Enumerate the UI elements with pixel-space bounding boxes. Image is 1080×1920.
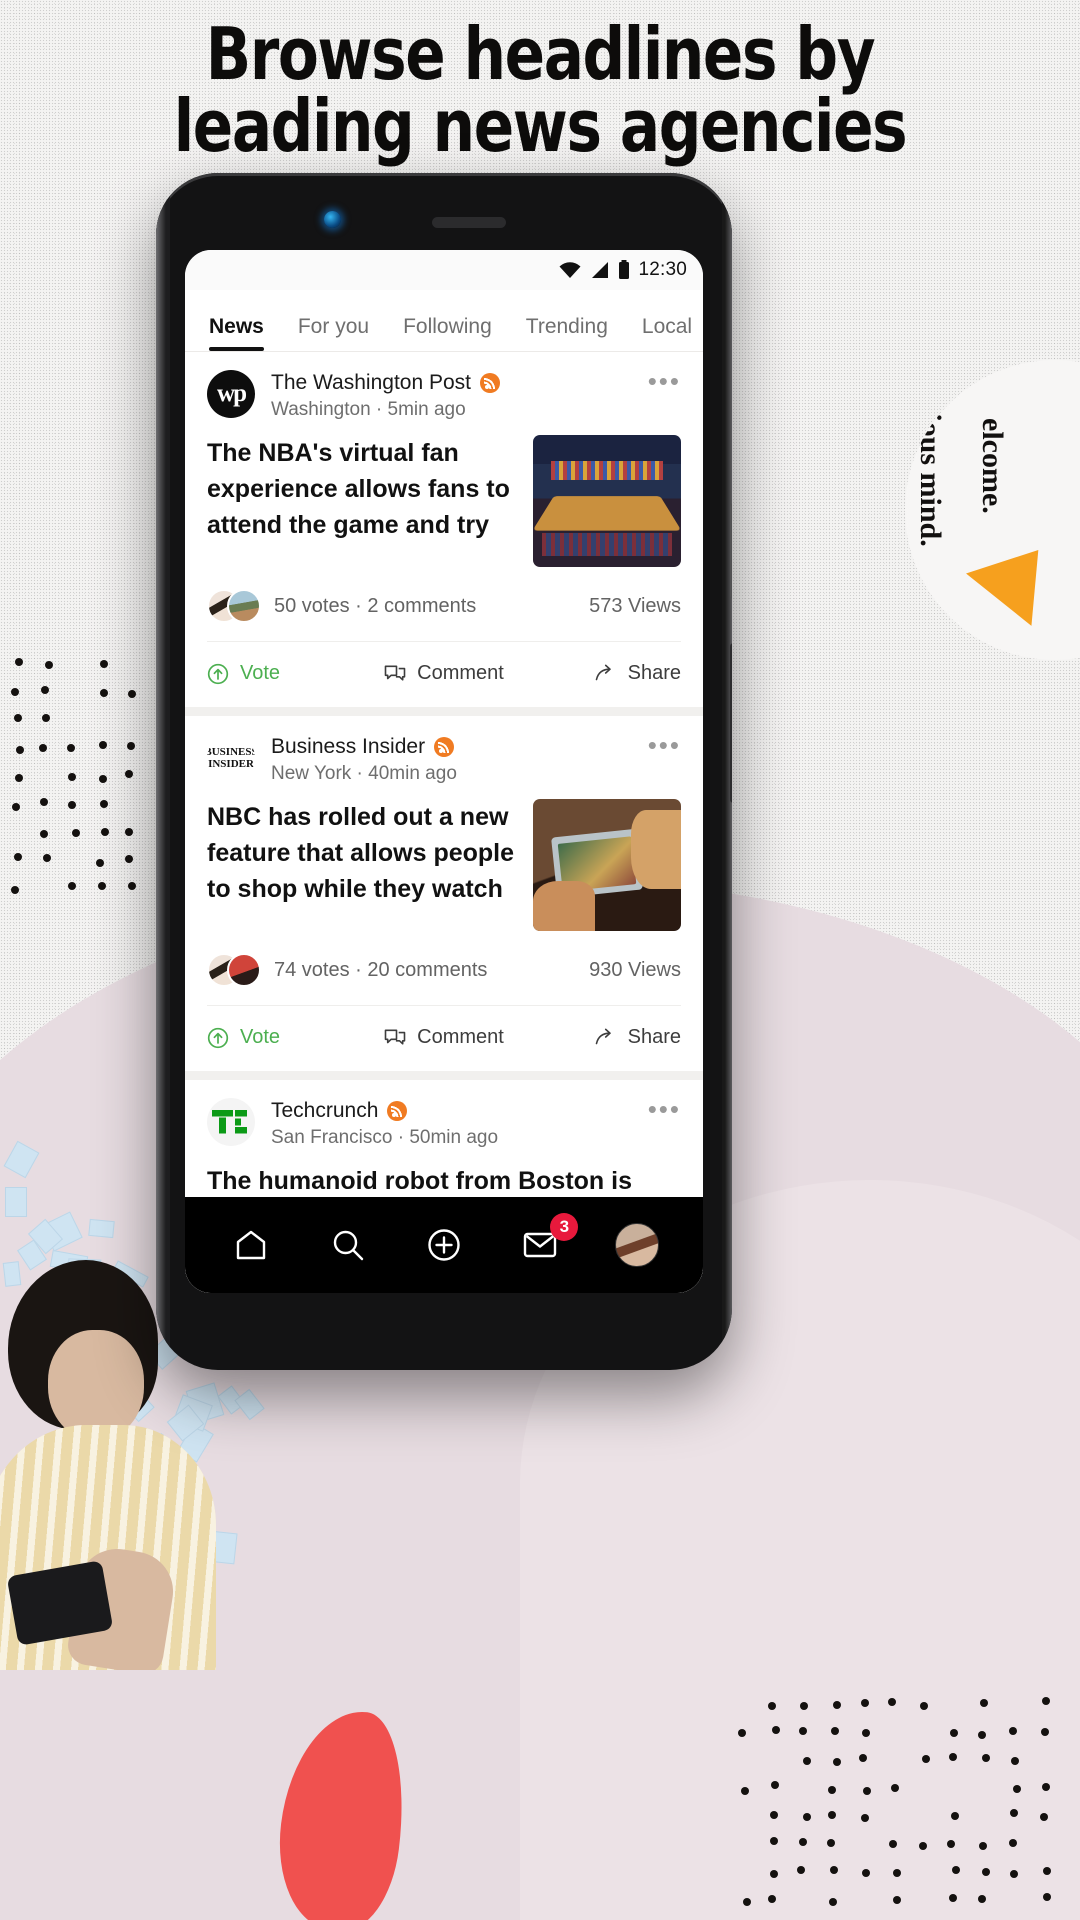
share-button[interactable]: Share [523,662,681,685]
nav-home-button[interactable] [223,1217,279,1273]
article-source-row: Techcrunch San Francisco · 50min ago ••• [207,1098,681,1149]
avatar [227,953,261,987]
share-label: Share [628,1026,681,1049]
source-subtitle: San Francisco · 50min ago [271,1127,638,1149]
vote-label: Vote [240,662,280,685]
status-bar: 12:30 [185,250,703,290]
volume-button[interactable] [730,643,732,803]
battery-icon [618,260,630,280]
bottom-navigation-bar[interactable]: 3 [185,1197,703,1293]
tab-for-you[interactable]: For you [298,315,369,351]
overflow-menu-button[interactable]: ••• [638,370,681,392]
article-card[interactable]: wp The Washington Post Washington · 5min… [185,352,703,707]
tab-local[interactable]: Local [642,315,692,351]
article-actions: Vote Comment Share [207,1005,681,1071]
article-card[interactable]: BUSINESS INSIDER Business Insider New Yo… [185,716,703,1071]
page-title-line1: Browse headlines by [43,18,1037,90]
source-name: Business Insider [271,734,425,760]
article-stats-row: 74 votes · 20 comments 930 Views [207,931,681,1005]
share-icon [595,1028,617,1048]
tab-trending[interactable]: Trending [526,315,608,351]
status-bar-clock: 12:30 [638,259,687,281]
rss-icon [387,1101,407,1121]
nav-inbox-button[interactable]: 3 [512,1217,568,1273]
voter-avatars [207,589,261,623]
article-stats: 74 votes · 20 comments [274,959,487,982]
article-title[interactable]: The NBA's virtual fan experience allows … [207,435,515,543]
sticker-text-line1: rious mind. [913,400,947,547]
rss-icon [480,373,500,393]
card-divider [185,707,703,716]
tab-following[interactable]: Following [403,315,492,351]
overflow-menu-button[interactable]: ••• [638,1098,681,1120]
article-source-row: BUSINESS INSIDER Business Insider New Yo… [207,734,681,785]
article-title[interactable]: NBC has rolled out a new feature that al… [207,799,515,907]
comment-icon [384,1028,406,1048]
sticker-text-line2: elcome. [975,418,1009,514]
article-views: 573 Views [589,595,681,618]
rss-icon [434,737,454,757]
nav-profile-button[interactable] [609,1217,665,1273]
comment-label: Comment [417,662,504,685]
front-camera-icon [324,211,341,228]
page-title-line2: leading news agencies [43,90,1037,162]
comment-icon [384,664,406,684]
search-icon [331,1228,365,1262]
source-name: The Washington Post [271,370,471,396]
share-label: Share [628,662,681,685]
feed-tabs[interactable]: News For you Following Trending Local [185,290,703,352]
article-thumbnail[interactable] [533,799,681,931]
page-title: Browse headlines by leading news agencie… [43,18,1037,162]
avatar [615,1223,659,1267]
source-subtitle: Washington · 5min ago [271,399,638,421]
share-button[interactable]: Share [523,1026,681,1049]
comment-label: Comment [417,1026,504,1049]
decorative-dot-grid-right [740,1700,1070,1920]
overflow-menu-button[interactable]: ••• [638,734,681,756]
phone-screen: 12:30 News For you Following Trending Lo… [185,250,703,1293]
home-icon [234,1229,268,1261]
news-feed: wp The Washington Post Washington · 5min… [185,352,703,1293]
vote-icon [207,663,229,685]
article-source-row: wp The Washington Post Washington · 5min… [207,370,681,421]
inbox-badge: 3 [550,1213,578,1241]
nav-create-button[interactable] [416,1217,472,1273]
phone-mockup: 12:30 News For you Following Trending Lo… [156,173,732,1370]
power-button[interactable] [730,503,732,599]
avatar [227,589,261,623]
source-name: Techcrunch [271,1098,378,1124]
source-logo-techcrunch [207,1098,255,1146]
decorative-dot-grid-left [14,660,144,900]
plus-circle-icon [427,1228,461,1262]
article-thumbnail[interactable] [533,435,681,567]
comment-button[interactable]: Comment [365,1026,523,1049]
signal-icon [590,261,610,279]
earpiece-speaker [432,217,506,228]
source-logo-business-insider: BUSINESS INSIDER [207,734,255,782]
article-actions: Vote Comment Share [207,641,681,707]
wifi-icon [558,261,582,279]
card-divider [185,1071,703,1080]
nav-search-button[interactable] [320,1217,376,1273]
techcrunch-logo-icon [212,1109,250,1135]
article-stats: 50 votes · 2 comments [274,595,476,618]
vote-button[interactable]: Vote [207,1026,365,1049]
vote-icon [207,1027,229,1049]
sticker-orange-wedge [966,550,1060,640]
share-icon [595,664,617,684]
article-stats-row: 50 votes · 2 comments 573 Views [207,567,681,641]
voter-avatars [207,953,261,987]
vote-label: Vote [240,1026,280,1049]
tab-news[interactable]: News [209,315,264,351]
source-logo-washington-post: wp [207,370,255,418]
vote-button[interactable]: Vote [207,662,365,685]
article-views: 930 Views [589,959,681,982]
comment-button[interactable]: Comment [365,662,523,685]
source-subtitle: New York · 40min ago [271,763,638,785]
